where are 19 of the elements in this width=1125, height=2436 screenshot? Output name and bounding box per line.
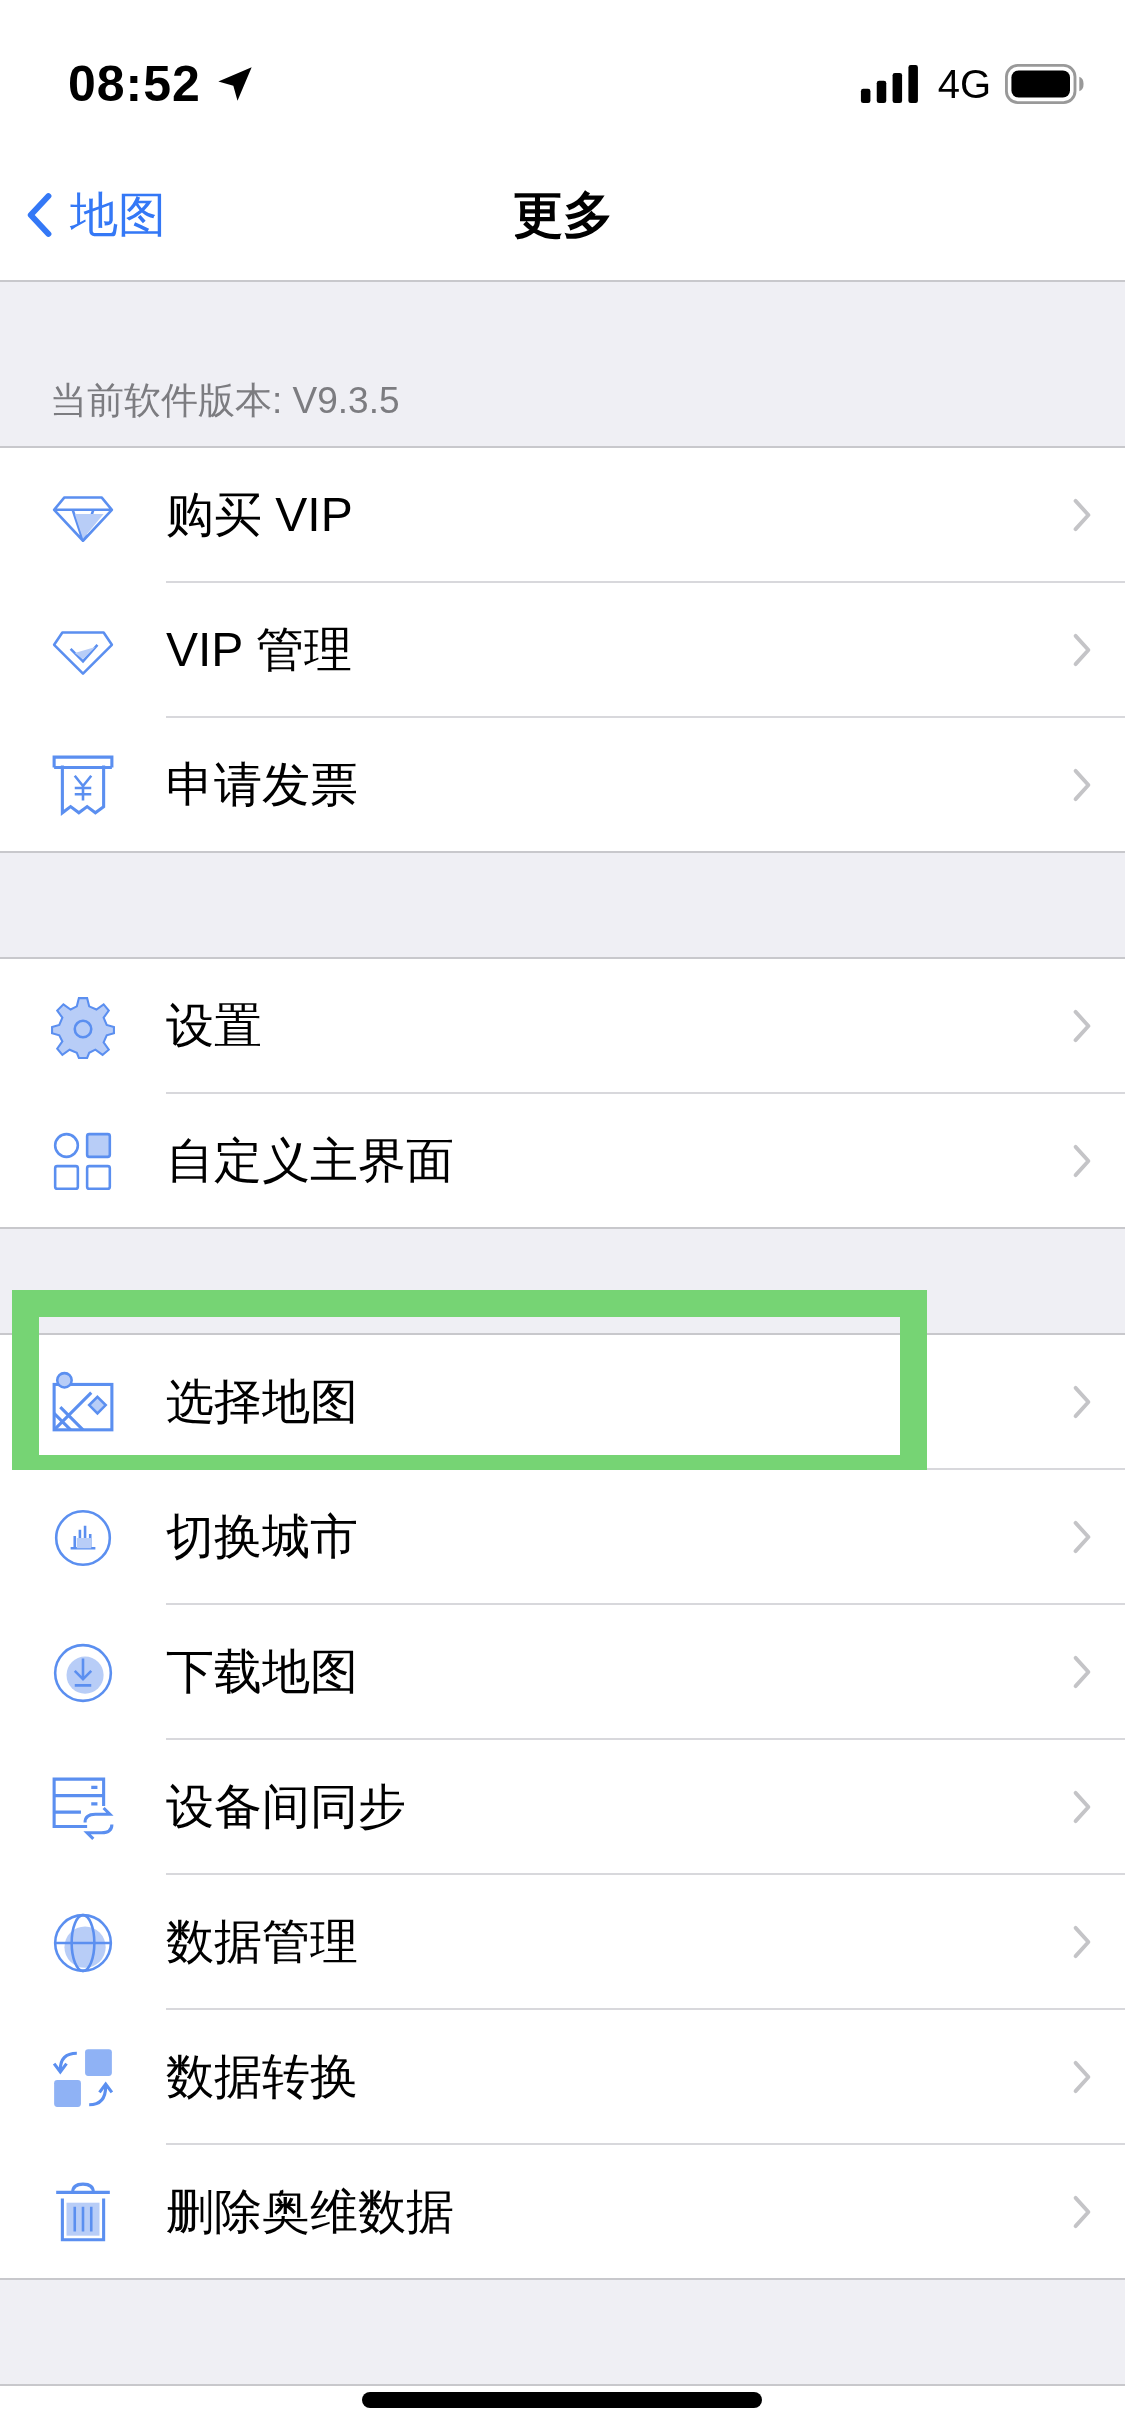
back-button[interactable]: 地图 bbox=[0, 150, 166, 280]
chevron-icon bbox=[1071, 2058, 1093, 2095]
chevron-icon bbox=[1071, 766, 1093, 803]
chevron-icon bbox=[1071, 1142, 1093, 1179]
chevron-icon bbox=[1071, 1518, 1093, 1555]
chevron-icon bbox=[1071, 1007, 1093, 1044]
network-label: 4G bbox=[937, 61, 991, 107]
battery-icon bbox=[1005, 64, 1085, 104]
chevron-icon bbox=[1071, 1923, 1093, 1960]
chevron-icon bbox=[1071, 1383, 1093, 1420]
chevron-icon bbox=[1071, 2193, 1093, 2230]
chevron-icon bbox=[1071, 496, 1093, 533]
chevron-icon bbox=[1071, 1788, 1093, 1825]
chevron-icon bbox=[1071, 1653, 1093, 1690]
version-caption: 当前软件版本: V9.3.5 bbox=[50, 379, 400, 423]
chevron-icon bbox=[1071, 631, 1093, 668]
back-chevron-icon bbox=[26, 190, 52, 240]
page-title: 更多 bbox=[512, 185, 613, 245]
status-time: 08:52 bbox=[68, 55, 201, 113]
